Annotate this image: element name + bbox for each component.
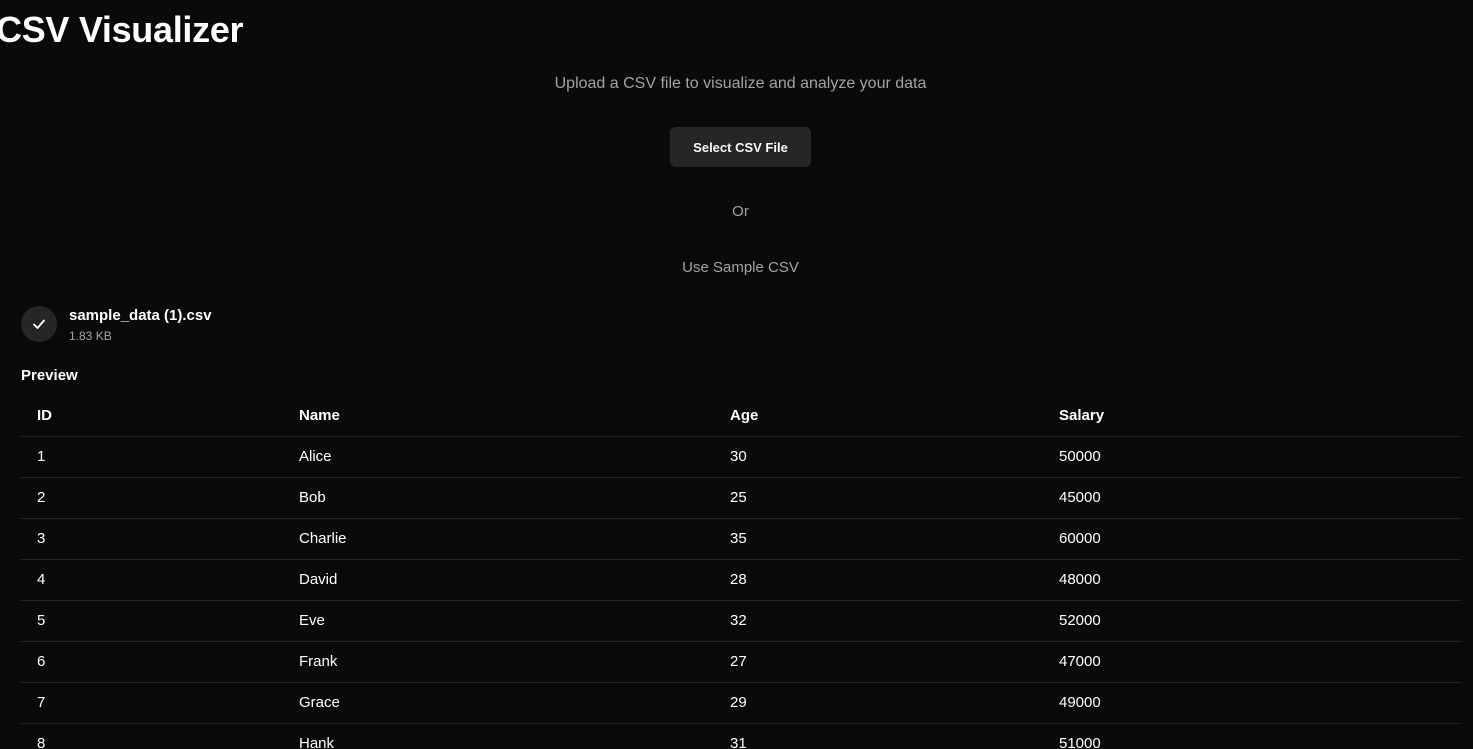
cell-salary: 60000: [1043, 518, 1461, 560]
file-name: sample_data (1).csv: [69, 307, 212, 324]
table-row: 1 Alice 30 50000: [21, 436, 1461, 478]
file-details: sample_data (1).csv 1.83 KB: [69, 306, 212, 344]
table-row: 4 David 28 48000: [21, 559, 1461, 601]
cell-id: 8: [21, 723, 283, 749]
cell-name: Eve: [283, 600, 714, 642]
cell-name: Bob: [283, 477, 714, 519]
cell-salary: 48000: [1043, 559, 1461, 601]
cell-age: 28: [714, 559, 1043, 601]
cell-id: 1: [21, 436, 283, 478]
cell-age: 29: [714, 682, 1043, 724]
cell-name: Frank: [283, 641, 714, 683]
cell-age: 30: [714, 436, 1043, 478]
use-sample-csv-link[interactable]: Use Sample CSV: [682, 259, 799, 276]
preview-table: ID Name Age Salary 1 Alice 30 50000 2 Bo…: [21, 395, 1461, 749]
cell-salary: 49000: [1043, 682, 1461, 724]
table-row: 2 Bob 25 45000: [21, 477, 1461, 519]
cell-age: 32: [714, 600, 1043, 642]
check-icon: [21, 306, 57, 342]
or-separator: Or: [732, 203, 749, 220]
cell-salary: 52000: [1043, 600, 1461, 642]
cell-salary: 47000: [1043, 641, 1461, 683]
cell-salary: 45000: [1043, 477, 1461, 519]
cell-name: Charlie: [283, 518, 714, 560]
table-header-row: ID Name Age Salary: [21, 395, 1461, 437]
cell-id: 3: [21, 518, 283, 560]
select-csv-button[interactable]: Select CSV File: [670, 127, 811, 167]
file-size: 1.83 KB: [69, 329, 112, 343]
cell-id: 4: [21, 559, 283, 601]
column-header-name: Name: [283, 395, 714, 437]
cell-age: 27: [714, 641, 1043, 683]
table-row: 3 Charlie 35 60000: [21, 518, 1461, 560]
page-subtitle: Upload a CSV file to visualize and analy…: [554, 75, 927, 92]
uploaded-file-info: sample_data (1).csv 1.83 KB: [21, 306, 212, 344]
table-row: 5 Eve 32 52000: [21, 600, 1461, 642]
cell-id: 7: [21, 682, 283, 724]
cell-id: 2: [21, 477, 283, 519]
cell-name: Grace: [283, 682, 714, 724]
column-header-age: Age: [714, 395, 1043, 437]
preview-table-container: ID Name Age Salary 1 Alice 30 50000 2 Bo…: [21, 395, 1461, 749]
cell-salary: 51000: [1043, 723, 1461, 749]
use-sample-csv-row: Use Sample CSV: [0, 258, 1473, 278]
cell-name: David: [283, 559, 714, 601]
column-header-salary: Salary: [1043, 395, 1461, 437]
table-row: 7 Grace 29 49000: [21, 682, 1461, 724]
cell-age: 35: [714, 518, 1043, 560]
csv-visualizer-page: CSV Visualizer Upload a CSV file to visu…: [0, 0, 1473, 749]
column-header-id: ID: [21, 395, 283, 437]
cell-age: 31: [714, 723, 1043, 749]
cell-age: 25: [714, 477, 1043, 519]
cell-id: 6: [21, 641, 283, 683]
table-row: 8 Hank 31 51000: [21, 723, 1461, 749]
table-row: 6 Frank 27 47000: [21, 641, 1461, 683]
page-title: CSV Visualizer: [0, 9, 244, 50]
preview-heading: Preview: [21, 367, 78, 384]
cell-id: 5: [21, 600, 283, 642]
cell-name: Hank: [283, 723, 714, 749]
cell-salary: 50000: [1043, 436, 1461, 478]
cell-name: Alice: [283, 436, 714, 478]
